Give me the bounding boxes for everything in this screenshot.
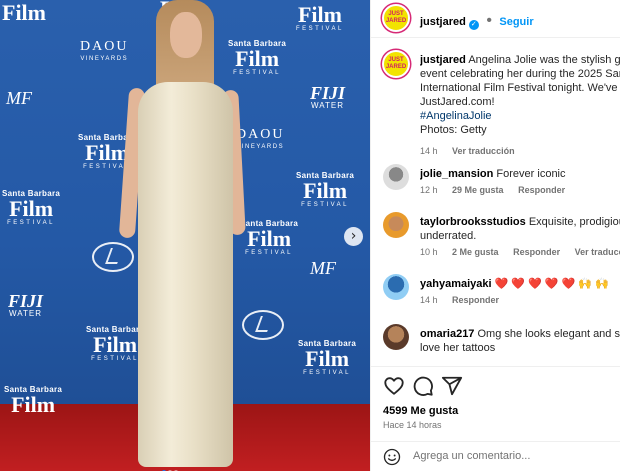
comment-meta: 12 h 29 Me gusta Responder <box>420 185 566 195</box>
add-comment-input[interactable]: Agrega un comentario... <box>413 450 530 462</box>
add-comment-bar: Agrega un comentario... <box>371 441 620 473</box>
author-avatar[interactable]: JUST JARED <box>382 4 410 32</box>
film-festival-logo: Santa Barbara Film FESTIVAL <box>2 189 61 227</box>
commenter-avatar[interactable] <box>383 164 409 190</box>
person-figure <box>118 0 250 471</box>
comment-text: jolie_mansion Forever iconic <box>420 168 566 180</box>
see-translation-link[interactable]: Ver traducción <box>575 247 620 257</box>
caption-text: justjared Angelina Jolie was the stylish… <box>420 54 620 136</box>
separator-dot: • <box>486 12 492 29</box>
comment-text: taylorbrooksstudios Exquisite, prodigio u… <box>420 216 620 242</box>
commenter-avatar[interactable] <box>383 212 409 238</box>
carousel-dots <box>161 461 179 471</box>
fiji-water-logo: FIJI WATER <box>8 291 44 318</box>
emoji-icon[interactable] <box>383 448 401 466</box>
post-photo[interactable]: Film Film Film FESTIVAL DAOU VINEYARDS S… <box>0 0 370 471</box>
share-send-icon[interactable] <box>441 375 463 397</box>
carousel-next-button[interactable]: › <box>344 227 363 246</box>
author-line: justjared ✓ • Seguir <box>420 12 534 30</box>
commenter-avatar[interactable] <box>383 274 409 300</box>
comment-likes[interactable]: 29 Me gusta <box>452 185 504 195</box>
reply-button[interactable]: Responder <box>452 295 499 305</box>
post-side-panel: JUST JARED justjared ✓ • Seguir JUST JARE… <box>370 0 620 471</box>
reply-button[interactable]: Responder <box>513 247 560 257</box>
comment-likes[interactable]: 2 Me gusta <box>452 247 499 257</box>
film-festival-logo: Santa Barbara Film <box>4 385 63 417</box>
film-festival-logo: Film FESTIVAL <box>296 2 344 33</box>
film-festival-logo: Film <box>2 0 46 25</box>
comments-list[interactable]: JUST JARED justjared Angelina Jolie was … <box>371 38 620 366</box>
comment-meta: 14 h Responder <box>420 295 500 305</box>
comment-text: omaria217 Omg she looks elegant and sexy… <box>420 328 620 354</box>
comment-text: yahyamaiyaki ❤️ ❤️ ❤️ ❤️ ❤️ 🙌 🙌 <box>420 278 609 290</box>
commenter-avatar[interactable] <box>383 324 409 350</box>
film-festival-logo: Santa Barbara Film FESTIVAL <box>298 339 357 377</box>
mf-logo: MF <box>6 88 32 108</box>
posted-time: Hace 14 horas <box>383 420 442 430</box>
author-avatar[interactable]: JUST JARED <box>382 50 410 78</box>
verified-badge-icon: ✓ <box>468 20 479 30</box>
like-heart-icon[interactable] <box>383 375 405 397</box>
author-username[interactable]: justjared <box>420 16 466 28</box>
mf-logo: MF <box>310 258 336 278</box>
satin-gown <box>138 82 233 467</box>
film-festival-logo: Santa Barbara Film FESTIVAL <box>296 171 355 209</box>
caption-meta: 14 h Ver traducción <box>420 146 515 156</box>
reply-button[interactable]: Responder <box>518 185 565 195</box>
face <box>170 12 202 58</box>
follow-button[interactable]: Seguir <box>499 16 533 28</box>
hashtag-link[interactable]: #AngelinaJolie <box>420 110 492 122</box>
comment-bubble-icon[interactable] <box>412 375 434 397</box>
likes-count[interactable]: 4599 Me gusta <box>383 405 458 417</box>
post-header: JUST JARED justjared ✓ • Seguir <box>371 0 620 38</box>
comment-meta: 10 h 2 Me gusta Responder Ver traducción <box>420 247 620 257</box>
see-translation-link[interactable]: Ver traducción <box>452 146 515 156</box>
fiji-water-logo: FIJI WATER <box>310 83 346 110</box>
post-actions: 4599 Me gusta Hace 14 horas Agrega un co… <box>371 366 620 472</box>
